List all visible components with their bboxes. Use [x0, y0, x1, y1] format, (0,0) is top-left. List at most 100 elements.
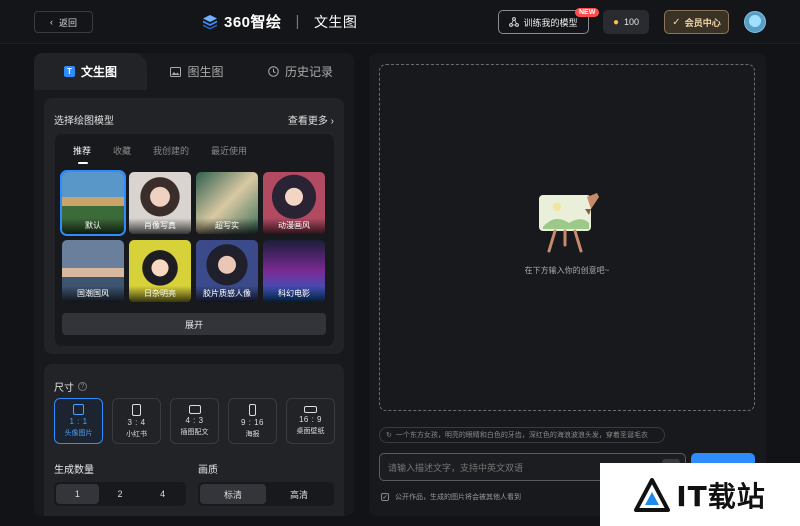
checkbox-icon[interactable]: ✓ — [381, 493, 389, 501]
model-card-default[interactable]: 默认 — [60, 170, 126, 236]
ratio-value: 16 : 9 — [298, 415, 322, 424]
model-label: 肖像写真 — [129, 218, 191, 234]
quality-option-standard[interactable]: 标清 — [200, 484, 266, 504]
page-title: 文生图 — [313, 13, 358, 30]
count-title: 生成数量 — [54, 465, 94, 476]
size-title-label: 尺寸 — [54, 383, 74, 394]
model-card-hyperreal[interactable]: 超写实 — [196, 172, 258, 234]
model-header: 选择绘图模型 查看更多 › — [54, 112, 334, 127]
model-grid: 默认 肖像写真 超写实 动漫画风 国潮国风 日杂明亮 胶片质感人像 科幻电影 — [60, 170, 327, 302]
model-card-japanese-bright[interactable]: 日杂明亮 — [129, 240, 191, 302]
landscape-rect-icon — [188, 405, 201, 414]
clock-icon — [268, 66, 279, 77]
refresh-icon: ↻ — [386, 432, 392, 439]
canvas-panel: 在下方输入你的创意吧~ ↻ 一个东方女孩，明亮的眼睛和白色的牙齿，深红色的海浪波… — [369, 53, 766, 516]
publish-option[interactable]: ✓ 公开作品，生成的图片将会被其他人看到 — [381, 492, 521, 502]
info-icon[interactable]: ? — [78, 382, 87, 391]
back-label: 返回 — [58, 17, 77, 28]
square-icon — [73, 404, 84, 415]
subtab-recent[interactable]: 最近使用 — [211, 144, 247, 157]
easel-icon — [539, 193, 599, 253]
ratio-4-3[interactable]: 4 : 3 插图配文 — [170, 398, 219, 444]
model-label: 科幻电影 — [263, 286, 325, 302]
size-title: 尺寸 ? — [54, 379, 87, 394]
model-card-scifi[interactable]: 科幻电影 — [263, 240, 325, 302]
portrait-rect-icon — [132, 403, 141, 416]
train-model-label: 训练我的模型 — [523, 17, 578, 28]
prompt-suggestion-text: 一个东方女孩，明亮的眼睛和白色的牙齿，深红色的海浪波浪头发，穿着圣诞毛衣 — [395, 432, 648, 439]
tab-label: 历史记录 — [284, 65, 333, 79]
ratio-value: 1 : 1 — [69, 417, 88, 426]
top-header: ‹ 返回 360智绘 | 文生图 训练我的模型 NEW ● 100 ✓ 会员中心 — [0, 0, 800, 44]
publish-label: 公开作品，生成的图片将会被其他人看到 — [395, 494, 521, 501]
credits-count: 100 — [624, 17, 640, 27]
credits-button[interactable]: ● 100 — [603, 10, 649, 34]
quality-option-hd[interactable]: 高清 — [266, 484, 332, 504]
text-icon: T — [63, 66, 75, 77]
model-label: 超写实 — [196, 218, 258, 234]
app-logo: 360智绘 | 文生图 — [202, 11, 357, 32]
watermark-logo: IT载站 — [600, 463, 800, 526]
ratio-value: 3 : 4 — [127, 417, 146, 427]
count-option-1[interactable]: 1 — [56, 484, 99, 504]
ratio-label: 小红书 — [126, 430, 147, 438]
model-label: 日杂明亮 — [129, 286, 191, 302]
view-more-label: 查看更多 — [287, 116, 328, 127]
model-card-film-portrait[interactable]: 胶片质感人像 — [196, 240, 258, 302]
ratio-3-4[interactable]: 3 : 4 小红书 — [112, 398, 161, 444]
model-label: 动漫画风 — [263, 218, 325, 234]
count-selector: 1 2 4 — [54, 482, 186, 506]
ratio-label: 海报 — [245, 430, 260, 438]
canvas-hint: 在下方输入你的创意吧~ — [524, 266, 610, 275]
ratio-9-16[interactable]: 9 : 16 海报 — [228, 398, 277, 444]
prompt-placeholder: 请输入描述文字，支持中英文双语 — [388, 462, 524, 473]
subtab-favorites[interactable]: 收藏 — [113, 144, 131, 157]
ratio-value: 9 : 16 — [240, 417, 264, 427]
view-more-link[interactable]: 查看更多 › — [288, 112, 334, 127]
cube-logo-icon — [203, 14, 217, 29]
chevron-right-icon: › — [330, 116, 334, 127]
model-card-guochao[interactable]: 国潮国风 — [62, 240, 124, 302]
model-label: 默认 — [62, 218, 124, 234]
tab-label: 文生图 — [80, 65, 117, 79]
back-button[interactable]: ‹ 返回 — [34, 11, 93, 33]
settings-panel: T 文生图 图生图 历史记录 选择绘图模型 查看更多 › 推荐 收藏 我创建的 … — [34, 53, 354, 516]
image-icon — [170, 66, 182, 77]
tab-label: 图生图 — [187, 65, 224, 79]
new-badge: NEW — [575, 8, 600, 17]
tab-history[interactable]: 历史记录 — [247, 53, 354, 90]
model-label: 国潮国风 — [62, 286, 124, 302]
subtab-recommended[interactable]: 推荐 — [73, 144, 91, 164]
tab-text-to-image[interactable]: T 文生图 — [34, 53, 147, 90]
avatar[interactable] — [744, 11, 766, 33]
network-icon — [509, 17, 520, 27]
prompt-suggestion[interactable]: ↻ 一个东方女孩，明亮的眼睛和白色的牙齿，深红色的海浪波浪头发，穿着圣诞毛衣 — [379, 427, 665, 443]
expand-button[interactable]: 展开 — [62, 313, 326, 335]
vip-center-button[interactable]: ✓ 会员中心 — [664, 10, 729, 34]
model-card-portrait[interactable]: 肖像写真 — [129, 172, 191, 234]
model-title: 选择绘图模型 — [54, 116, 114, 127]
ratio-options: 1 : 1 头像图片 3 : 4 小红书 4 : 3 插图配文 9 : 16 海… — [54, 398, 335, 444]
preview-canvas: 在下方输入你的创意吧~ — [379, 64, 755, 411]
coin-icon: ● — [612, 16, 619, 28]
quality-title: 画质 — [198, 465, 218, 476]
ratio-value: 4 : 3 — [185, 416, 204, 425]
count-option-2[interactable]: 2 — [99, 484, 142, 504]
logo-text: 360智绘 — [224, 14, 282, 31]
tall-rect-icon — [249, 403, 256, 416]
ratio-label: 插图配文 — [180, 429, 209, 436]
model-selector: 选择绘图模型 查看更多 › 推荐 收藏 我创建的 最近使用 默认 肖像写真 超写… — [44, 98, 344, 354]
mode-tabs: T 文生图 图生图 历史记录 — [34, 53, 354, 90]
triangle-logo-icon — [634, 477, 671, 512]
subtab-created[interactable]: 我创建的 — [153, 144, 189, 157]
model-card-anime[interactable]: 动漫画风 — [263, 172, 325, 234]
vip-icon: ✓ — [672, 16, 681, 28]
tab-image-to-image[interactable]: 图生图 — [147, 53, 247, 90]
chevron-left-icon: ‹ — [49, 17, 53, 27]
ratio-1-1[interactable]: 1 : 1 头像图片 — [54, 398, 103, 444]
count-option-4[interactable]: 4 — [141, 484, 184, 504]
quality-selector: 标清 高清 — [198, 482, 334, 506]
wide-rect-icon — [304, 406, 317, 413]
ratio-label: 桌面壁纸 — [296, 428, 325, 435]
ratio-16-9[interactable]: 16 : 9 桌面壁纸 — [286, 398, 335, 444]
